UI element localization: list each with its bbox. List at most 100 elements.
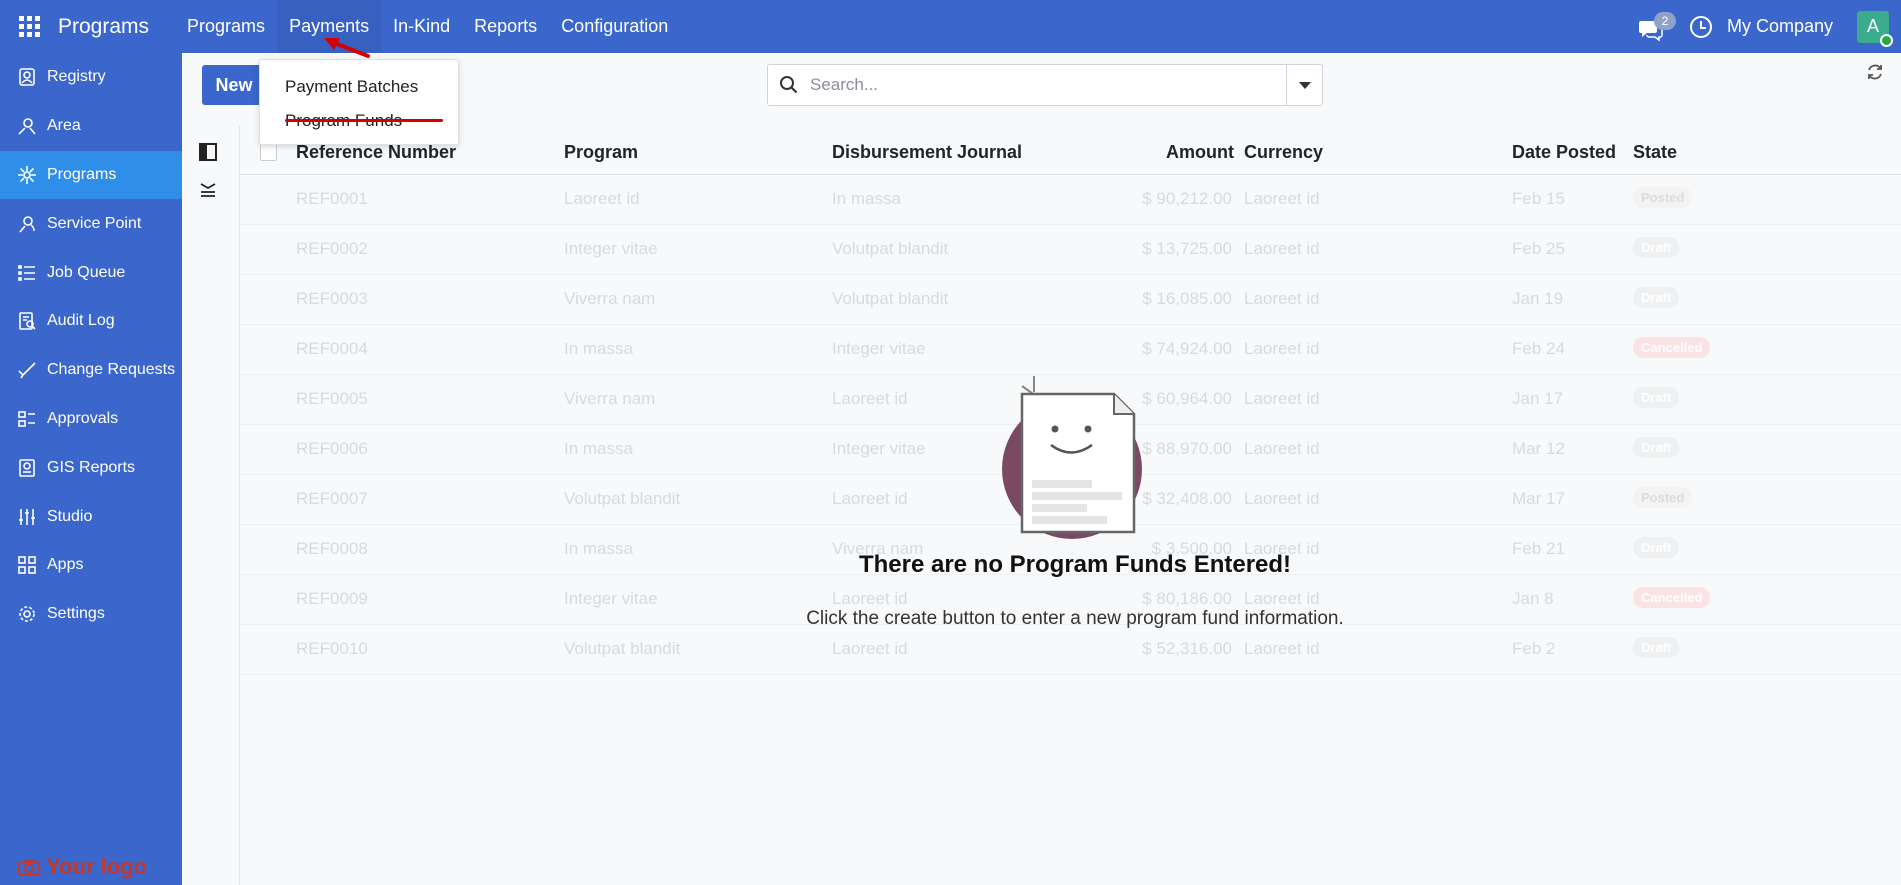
company-logo: Your logo (18, 854, 147, 880)
empty-document-illustration (1002, 376, 1142, 539)
column-program[interactable]: Program (564, 142, 638, 163)
cell-amount: $ 88,970.00 (1142, 439, 1232, 458)
menu-reports[interactable]: Reports (462, 0, 549, 53)
refresh-icon[interactable] (1866, 63, 1884, 87)
cell-currency: Laoreet id (1244, 289, 1320, 308)
empty-state-subtitle: Click the create button to enter a new p… (806, 608, 1344, 629)
state-badge: Posted (1633, 487, 1693, 508)
sidebar-item-label: Audit Log (47, 312, 115, 330)
table-row[interactable]: REF0010 Volutpat blandit Laoreet id $ 52,31… (240, 625, 1901, 675)
cell-currency: Laoreet id (1244, 439, 1320, 458)
cell-date-posted: Jan 8 (1512, 589, 1554, 608)
systray: 2 My Company A (1638, 0, 1901, 53)
sidebar-item-settings[interactable]: Settings (0, 590, 182, 639)
cell-date-posted: Feb 25 (1512, 239, 1565, 258)
sidebar-item-label: Approvals (47, 409, 119, 427)
messaging-button[interactable]: 2 (1638, 11, 1676, 42)
cell-reference-number: REF0003 (296, 289, 368, 308)
online-status-icon (1880, 33, 1893, 47)
sidebar-item-approvals[interactable]: Approvals (0, 395, 182, 444)
column-state[interactable]: State (1633, 142, 1677, 163)
cell-program: Viverra nam (564, 389, 656, 408)
sort-icon[interactable] (197, 178, 219, 200)
menu-item-payment-batches[interactable]: Payment Batches (260, 74, 458, 108)
sidebar-item-programs[interactable]: Programs (0, 150, 182, 200)
new-button[interactable]: New (202, 65, 266, 105)
select-all-checkbox[interactable] (260, 144, 277, 161)
job-queue-icon (16, 262, 38, 284)
cell-disbursement-journal: Volutpat blandit (832, 289, 949, 308)
cell-currency: Laoreet id (1244, 189, 1320, 208)
cell-reference-number: REF0006 (296, 439, 368, 458)
cell-disbursement-journal: Laoreet id (832, 489, 908, 508)
top-menu: Programs Payments In-Kind Reports Config… (175, 0, 680, 53)
sidebar-item-gis-reports[interactable]: GIS Reports (0, 443, 182, 492)
sidebar-item-label: Job Queue (47, 263, 126, 281)
caret-down-icon (1298, 81, 1311, 89)
cell-amount: $ 16,085.00 (1142, 289, 1232, 308)
table-row[interactable]: REF0004 In massa Integer vitae $ 74,924.00 L… (240, 325, 1901, 375)
table-row[interactable]: REF0003 Viverra nam Volutpat blandit $ 16,0… (240, 275, 1901, 325)
state-badge: Draft (1633, 237, 1680, 258)
change-requests-icon (16, 359, 38, 381)
cell-reference-number: REF0002 (296, 239, 368, 258)
sidebar-item-label: Programs (47, 165, 117, 183)
cell-program: In massa (564, 439, 633, 458)
table-row[interactable]: REF0002 Integer vitae Volutpat blandit $ 13… (240, 225, 1901, 275)
sidebar-item-job-queue[interactable]: Job Queue (0, 248, 182, 297)
sidebar-item-label: Studio (47, 507, 93, 525)
annotation-arrow-icon (324, 38, 370, 58)
sidebar-item-service-point[interactable]: Service Point (0, 199, 182, 248)
annotation-underline (285, 119, 443, 122)
sidebar-item-label: Service Point (47, 214, 142, 232)
sidebar-item-registry[interactable]: Registry (0, 53, 182, 102)
state-badge: Draft (1633, 637, 1680, 658)
gis-reports-icon (16, 457, 38, 479)
cell-amount: $ 60,964.00 (1142, 389, 1232, 408)
cell-disbursement-journal: Volutpat blandit (832, 239, 949, 258)
audit-log-icon (16, 310, 38, 332)
activity-clock-icon[interactable] (1689, 15, 1712, 38)
sidebar-item-studio[interactable]: Studio (0, 492, 182, 541)
menu-item-program-funds[interactable]: Program Funds (260, 108, 458, 142)
column-currency[interactable]: Currency (1244, 142, 1323, 163)
cell-amount: $ 32,408.00 (1142, 489, 1232, 508)
menu-in-kind[interactable]: In-Kind (381, 0, 462, 53)
cell-disbursement-journal: Laoreet id (832, 389, 908, 408)
state-badge: Cancelled (1633, 587, 1711, 608)
cell-disbursement-journal: Laoreet id (832, 639, 908, 658)
toggle-panel-icon[interactable] (197, 141, 219, 163)
search-options-toggle[interactable] (1286, 65, 1322, 105)
menu-configuration[interactable]: Configuration (549, 0, 680, 53)
cell-program: Volutpat blandit (564, 489, 681, 508)
service-point-icon (16, 213, 38, 235)
sidebar-item-apps[interactable]: Apps (0, 541, 182, 590)
column-date-posted[interactable]: Date Posted (1512, 142, 1616, 163)
cell-date-posted: Feb 21 (1512, 539, 1565, 558)
logo-text: Your logo (46, 854, 148, 879)
search-input[interactable] (810, 66, 1286, 104)
apps-menu-button[interactable] (0, 0, 58, 53)
menu-programs[interactable]: Programs (175, 0, 277, 53)
table-row[interactable]: REF0001 Laoreet id In massa $ 90,212.00 Laor… (240, 175, 1901, 225)
cell-program: Integer vitae (564, 589, 658, 608)
app-title[interactable]: Programs (58, 15, 149, 39)
user-avatar[interactable]: A (1857, 10, 1893, 47)
cell-date-posted: Mar 12 (1512, 439, 1565, 458)
cell-disbursement-journal: In massa (832, 189, 901, 208)
sidebar-item-change-requests[interactable]: Change Requests (0, 346, 182, 395)
cell-date-posted: Feb 2 (1512, 639, 1556, 658)
search-icon[interactable] (768, 65, 810, 105)
state-badge: Draft (1633, 537, 1680, 558)
column-reference-number[interactable]: Reference Number (296, 142, 456, 163)
sidebar-item-audit-log[interactable]: Audit Log (0, 297, 182, 346)
cell-disbursement-journal: Laoreet id (832, 589, 908, 608)
cell-date-posted: Feb 15 (1512, 189, 1565, 208)
column-disbursement-journal[interactable]: Disbursement Journal (832, 142, 1022, 163)
sidebar-item-area[interactable]: Area (0, 102, 182, 151)
cell-reference-number: REF0005 (296, 389, 368, 408)
company-switcher[interactable]: My Company (1727, 16, 1833, 37)
column-amount[interactable]: Amount (1166, 142, 1234, 163)
sidebar: Registry Area Programs Service Point Job… (0, 53, 182, 885)
top-navbar: Programs Programs Payments In-Kind Repor… (0, 0, 1901, 53)
